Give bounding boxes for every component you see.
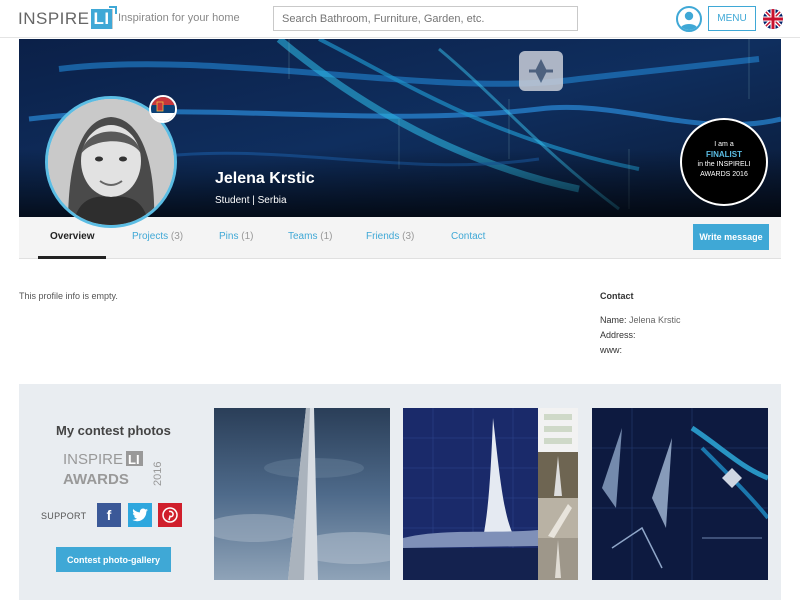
awards-bottom-text: AWARDS bbox=[63, 471, 129, 488]
uk-flag-icon[interactable] bbox=[763, 9, 783, 29]
tab-label: Contact bbox=[451, 231, 486, 242]
tab-pins[interactable]: Pins (1) bbox=[219, 217, 253, 259]
top-header: INSPIRELI Inspiration for your home MENU bbox=[0, 0, 800, 38]
user-icon bbox=[680, 11, 698, 30]
tab-count: (1) bbox=[241, 231, 254, 242]
tab-count: (1) bbox=[320, 231, 333, 242]
profile-subtitle: Student | Serbia bbox=[215, 195, 287, 206]
user-account-button[interactable] bbox=[676, 6, 702, 32]
twitter-share-button[interactable] bbox=[128, 503, 152, 527]
tab-friends[interactable]: Friends (3) bbox=[366, 217, 414, 259]
awards-year-text: 2016 bbox=[152, 462, 164, 486]
contest-photo-3[interactable] bbox=[592, 408, 768, 580]
tagline-divider bbox=[112, 9, 113, 29]
tab-projects[interactable]: Projects (3) bbox=[132, 217, 183, 259]
finalist-line4: AWARDS 2016 bbox=[700, 171, 748, 178]
tab-count: (3) bbox=[170, 231, 184, 242]
support-label: SUPPORT bbox=[41, 511, 87, 521]
logo-box: LI bbox=[90, 6, 117, 29]
contest-photo-1[interactable] bbox=[214, 408, 390, 580]
inspireli-logo[interactable]: INSPIRE LI bbox=[18, 6, 117, 30]
tagline: Inspiration for your home bbox=[118, 12, 240, 24]
contact-name-value: Jelena Krstic bbox=[629, 315, 681, 325]
tab-label: Overview bbox=[50, 231, 95, 242]
facebook-share-button[interactable]: f bbox=[97, 503, 121, 527]
twitter-icon bbox=[132, 508, 148, 522]
profile-info-empty: This profile info is empty. bbox=[19, 291, 118, 301]
facebook-icon: f bbox=[106, 507, 112, 523]
profile-name: Jelena Krstic bbox=[215, 170, 315, 187]
awards-top-text: INSPIRE bbox=[63, 451, 123, 468]
tab-count: (3) bbox=[402, 231, 415, 242]
finalist-line1: I am a bbox=[714, 141, 734, 148]
contact-name-label: Name: bbox=[600, 315, 627, 325]
awards-box-text: LI bbox=[128, 452, 140, 467]
contact-address-row: Address: bbox=[600, 330, 636, 340]
contact-address-label: Address: bbox=[600, 330, 636, 340]
tab-label: Pins bbox=[219, 231, 239, 242]
contact-www-row: www: bbox=[600, 345, 622, 355]
pinterest-icon bbox=[162, 507, 178, 523]
structure-detail bbox=[519, 51, 563, 91]
logo-text: INSPIRE bbox=[18, 9, 90, 28]
contact-title: Contact bbox=[600, 291, 634, 301]
finalist-line3: in the INSPIRELI bbox=[697, 161, 751, 168]
contact-www-label: www: bbox=[600, 345, 622, 355]
menu-button[interactable]: MENU bbox=[708, 6, 756, 31]
finalist-line2: FINALIST bbox=[706, 150, 742, 159]
tab-label: Friends bbox=[366, 231, 400, 242]
tab-label: Projects bbox=[132, 231, 169, 242]
search-input[interactable] bbox=[273, 6, 578, 31]
tab-label: Teams bbox=[288, 231, 318, 242]
contest-photo-2-strip[interactable] bbox=[538, 408, 578, 580]
pinterest-share-button[interactable] bbox=[158, 503, 182, 527]
finalist-badge: I am a FINALIST in the INSPIRELI AWARDS … bbox=[680, 118, 768, 206]
contact-name-row: Name: Jelena Krstic bbox=[600, 315, 681, 325]
contest-gallery-button[interactable]: Contest photo-gallery bbox=[56, 547, 171, 572]
inspireli-awards-logo: INSPIRE LI AWARDS 2016 bbox=[63, 451, 164, 488]
tab-teams[interactable]: Teams (1) bbox=[288, 217, 332, 259]
tab-contact[interactable]: Contact bbox=[451, 217, 485, 259]
serbia-flag-icon bbox=[149, 95, 177, 123]
write-message-button[interactable]: Write message bbox=[693, 224, 769, 250]
contest-title: My contest photos bbox=[56, 423, 171, 438]
contest-photo-2[interactable] bbox=[403, 408, 538, 580]
